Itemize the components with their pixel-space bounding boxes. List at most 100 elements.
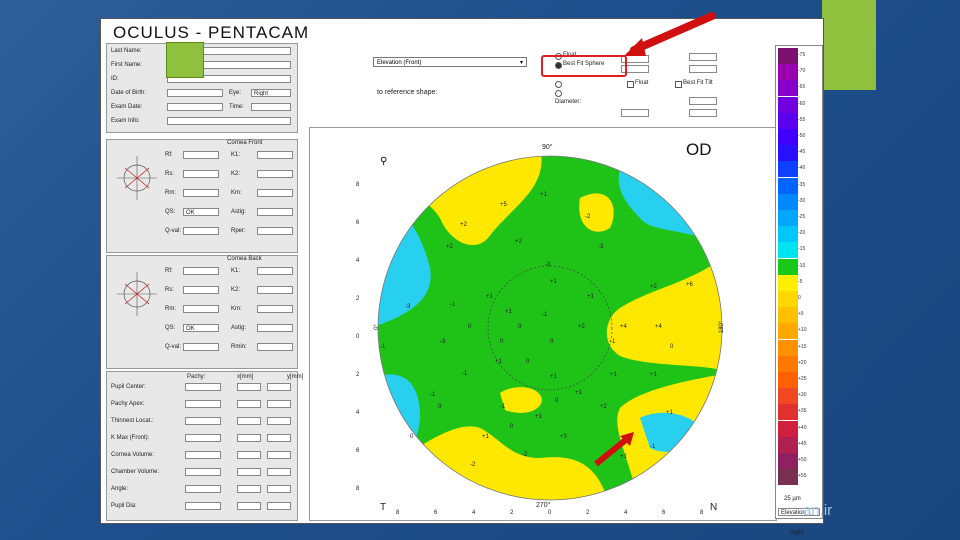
back-value-a[interactable] [183, 286, 219, 294]
y-axis-tick: 0 [356, 334, 360, 340]
pachy-label: Cornea Volume: [111, 452, 155, 458]
contour-value-label: +1 [550, 279, 558, 285]
y-axis-tick: 6 [356, 448, 360, 454]
back-value-b[interactable] [257, 305, 293, 313]
pachy-y[interactable] [267, 468, 291, 476]
radio-sphere[interactable] [555, 90, 562, 97]
fit-tilt-checkbox-label: Best Fit Tilt [683, 80, 713, 86]
pachy-x[interactable] [237, 400, 261, 408]
patient-field[interactable] [167, 89, 223, 97]
scale-swatch [778, 193, 798, 210]
time-field[interactable] [251, 103, 291, 111]
front-value-b[interactable] [257, 227, 293, 235]
contour-value-label: +2 [515, 239, 523, 245]
contour-value-label: +2 [600, 404, 608, 410]
scale-swatch [778, 307, 798, 324]
scale-value: +35 [798, 408, 807, 415]
pachy-x[interactable] [237, 451, 261, 459]
pachy-value[interactable] [185, 383, 221, 391]
time-label: Time: [229, 104, 244, 110]
pachy-y[interactable] [267, 485, 291, 493]
back-value-a[interactable] [183, 267, 219, 275]
eye-field[interactable]: Right [251, 89, 291, 97]
pachy-y[interactable] [267, 434, 291, 442]
y-axis-tick: 2 [356, 296, 360, 302]
ecc-field[interactable] [689, 65, 717, 73]
pachy-value[interactable] [185, 502, 221, 510]
front-value-b[interactable] [257, 170, 293, 178]
patient-label: ID: [111, 76, 119, 82]
back-value-a[interactable]: OK [183, 324, 219, 332]
pachy-value[interactable] [185, 434, 221, 442]
x-axis-tick: 6 [434, 510, 438, 516]
pachy-label: Pachy Apex: [111, 401, 145, 407]
front-label-a: Q-val: [165, 228, 182, 234]
pachy-x[interactable] [237, 417, 261, 425]
contour-value-label: 0 [410, 434, 414, 440]
scale-swatch [778, 64, 798, 81]
pachy-y[interactable] [267, 451, 291, 459]
pachy-x[interactable] [237, 383, 261, 391]
front-value-a[interactable] [183, 189, 219, 197]
pachy-y[interactable] [267, 417, 291, 425]
patient-label: First Name: [111, 62, 143, 68]
fit-tilt-checkbox[interactable] [675, 81, 682, 88]
x-axis-tick: 2 [510, 510, 514, 516]
scale-value: +30 [798, 392, 807, 399]
back-value-b[interactable] [257, 343, 293, 351]
pachy-x[interactable] [237, 434, 261, 442]
scale-sight: Sight [790, 530, 804, 536]
shift-y-field[interactable] [689, 109, 717, 117]
elevation-map[interactable]: +1 +5 +2 +2 +2 -3 -2 -3 +1 +1 +1 -1 +2 +6 +1 -3 -1 0 0 +2 +4… [310, 128, 776, 520]
back-value-a[interactable] [183, 305, 219, 313]
pachy-x[interactable] [237, 485, 261, 493]
front-value-b[interactable] [257, 189, 293, 197]
angle-left: 0° [373, 324, 380, 330]
back-value-b[interactable] [257, 267, 293, 275]
patient-field[interactable] [167, 117, 291, 125]
scale-value: +55 [798, 473, 807, 480]
y-axis-tick: 8 [356, 182, 360, 188]
diameter-field[interactable] [689, 97, 717, 105]
scale-swatch [778, 339, 798, 356]
pachy-value[interactable] [185, 400, 221, 408]
front-value-a[interactable]: OK [183, 208, 219, 216]
back-value-b[interactable] [257, 286, 293, 294]
pachy-value[interactable] [185, 417, 221, 425]
pachy-y[interactable] [267, 400, 291, 408]
contour-value-label: -3 [440, 339, 446, 345]
pachymetry-panel: Pachy: x[mm] y[mm] Pupil Center: Pachy Apex:… [106, 371, 303, 521]
scale-value: +20 [798, 359, 807, 366]
front-value-b[interactable] [257, 208, 293, 216]
scale-value: -40 [798, 165, 806, 172]
map-type-select[interactable]: Elevation (Front) ▾ [373, 57, 527, 67]
back-label-a: Q-val: [165, 344, 182, 350]
shift-x-field[interactable] [621, 109, 649, 117]
patient-field[interactable] [167, 103, 223, 111]
pachy-y[interactable] [267, 502, 291, 510]
pentacam-window: OCULUS - PENTACAM Last Name: First Name: I… [100, 18, 824, 536]
front-value-a[interactable] [183, 227, 219, 235]
front-value-a[interactable] [183, 170, 219, 178]
contour-value-label: -1 [430, 392, 436, 398]
scale-swatch [778, 404, 798, 421]
scale-value: +10 [798, 327, 807, 334]
pachy-value[interactable] [185, 485, 221, 493]
float-checkbox[interactable] [627, 81, 634, 88]
reference-shape-label: to reference shape: [377, 89, 438, 96]
radio-ellipsoid[interactable] [555, 81, 562, 88]
x-axis-tick: 2 [586, 510, 590, 516]
pachy-value[interactable] [185, 451, 221, 459]
pachy-value[interactable] [185, 468, 221, 476]
front-value-b[interactable] [257, 151, 293, 159]
back-value-a[interactable] [183, 343, 219, 351]
pachy-x[interactable] [237, 502, 261, 510]
pachy-x[interactable] [237, 468, 261, 476]
scale-swatch [778, 210, 798, 226]
back-value-b[interactable] [257, 324, 293, 332]
front-value-a[interactable] [183, 151, 219, 159]
x-axis-tick: 8 [396, 510, 400, 516]
pachy-y[interactable] [267, 383, 291, 391]
nasal-label: N [710, 502, 718, 513]
contour-value-label: -1 [462, 371, 468, 377]
